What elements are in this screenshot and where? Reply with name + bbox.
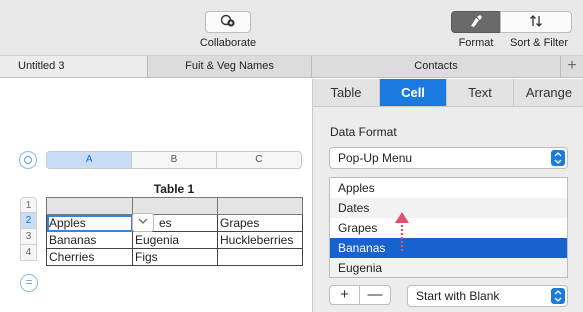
add-sheet-button[interactable]: +: [561, 56, 583, 77]
spreadsheet-canvas: A B C Table 1 1 2 3 4 Apples es Grapes B…: [0, 79, 312, 312]
sheet-tab-fruit-veg-names[interactable]: Fuit & Veg Names: [148, 56, 312, 77]
remove-item-button[interactable]: —: [360, 285, 391, 305]
sort-filter-label: Sort & Filter: [509, 37, 569, 49]
add-row-button[interactable]: =: [20, 274, 38, 292]
tab-arrange[interactable]: Arrange: [514, 79, 583, 106]
tab-text[interactable]: Text: [447, 79, 514, 106]
toolbar: Collaborate Format Sort & Filter: [0, 0, 583, 56]
row-header-1[interactable]: 1: [20, 197, 37, 213]
table-grid: Apples es Grapes Bananas Eugenia Huckleb…: [46, 197, 303, 266]
table-cell[interactable]: Bananas: [46, 231, 133, 249]
sort-arrows-icon: [529, 14, 543, 31]
list-item[interactable]: Apples: [330, 178, 567, 198]
format-label: Format: [458, 37, 494, 49]
table-cell[interactable]: [217, 197, 303, 215]
column-header-b[interactable]: B: [132, 152, 217, 168]
data-format-label: Data Format: [330, 125, 397, 139]
cell-popup-toggle[interactable]: [132, 213, 154, 232]
format-button[interactable]: [451, 11, 501, 33]
equals-icon: =: [25, 275, 33, 289]
table-cell[interactable]: Figs: [132, 248, 218, 266]
table-row: Cherries Figs: [46, 248, 303, 266]
start-with-value: Start with Blank: [416, 289, 500, 303]
table-row: Apples es Grapes: [46, 214, 303, 232]
collaborate-label: Collaborate: [199, 37, 257, 49]
table-cell[interactable]: Cherries: [46, 248, 133, 266]
inspector-tabs: Table Cell Text Arrange: [313, 79, 583, 107]
column-header-bar: A B C: [46, 151, 302, 169]
chevron-down-icon: [138, 217, 148, 228]
sheet-tab-bar: Untitled 3 Fuit & Veg Names Contacts +: [0, 56, 583, 78]
table-cell[interactable]: [217, 248, 303, 266]
add-item-button[interactable]: +: [329, 285, 360, 305]
select-stepper-icon: [551, 150, 565, 166]
start-with-select[interactable]: Start with Blank: [407, 285, 568, 307]
table-cell[interactable]: Grapes: [217, 214, 303, 232]
table-cell[interactable]: Huckleberries: [217, 231, 303, 249]
table-cell[interactable]: [46, 197, 133, 215]
tab-table[interactable]: Table: [313, 79, 380, 106]
column-header-c[interactable]: C: [217, 152, 301, 168]
format-inspector: Table Cell Text Arrange Data Format Pop-…: [312, 79, 583, 312]
data-format-value: Pop-Up Menu: [338, 151, 413, 165]
list-item[interactable]: Dates: [330, 198, 567, 218]
table-cell-selected[interactable]: Apples: [46, 214, 133, 232]
table-title[interactable]: Table 1: [46, 182, 302, 196]
list-item[interactable]: Grapes: [330, 218, 567, 238]
row-header-2[interactable]: 2: [20, 213, 37, 229]
sort-filter-button[interactable]: [500, 11, 572, 33]
collaborate-icon: [219, 14, 237, 31]
collaborate-button[interactable]: [205, 11, 251, 33]
column-header-a[interactable]: A: [47, 152, 133, 168]
drag-up-arrow-icon: [395, 212, 409, 251]
list-item[interactable]: Eugenia: [330, 258, 567, 277]
sheet-tab-contacts[interactable]: Contacts: [312, 56, 561, 77]
table-cell[interactable]: [132, 197, 218, 215]
table-select-handle[interactable]: [19, 151, 37, 169]
popup-items-list[interactable]: Apples Dates Grapes Bananas Eugenia: [329, 177, 568, 278]
paintbrush-icon: [468, 14, 484, 31]
tab-cell[interactable]: Cell: [380, 79, 447, 106]
table-cell[interactable]: Eugenia: [132, 231, 218, 249]
list-item-selected[interactable]: Bananas: [330, 238, 567, 258]
row-header-4[interactable]: 4: [20, 245, 37, 261]
circle-icon: [24, 156, 32, 164]
row-header-3[interactable]: 3: [20, 229, 37, 245]
table-row: [46, 197, 303, 215]
add-remove-control: + —: [329, 285, 391, 305]
table-row: Bananas Eugenia Huckleberries: [46, 231, 303, 249]
select-stepper-icon: [551, 288, 565, 304]
row-headers: 1 2 3 4: [20, 197, 37, 261]
data-format-select[interactable]: Pop-Up Menu: [329, 147, 568, 169]
sheet-tab-untitled-3[interactable]: Untitled 3: [0, 56, 148, 77]
